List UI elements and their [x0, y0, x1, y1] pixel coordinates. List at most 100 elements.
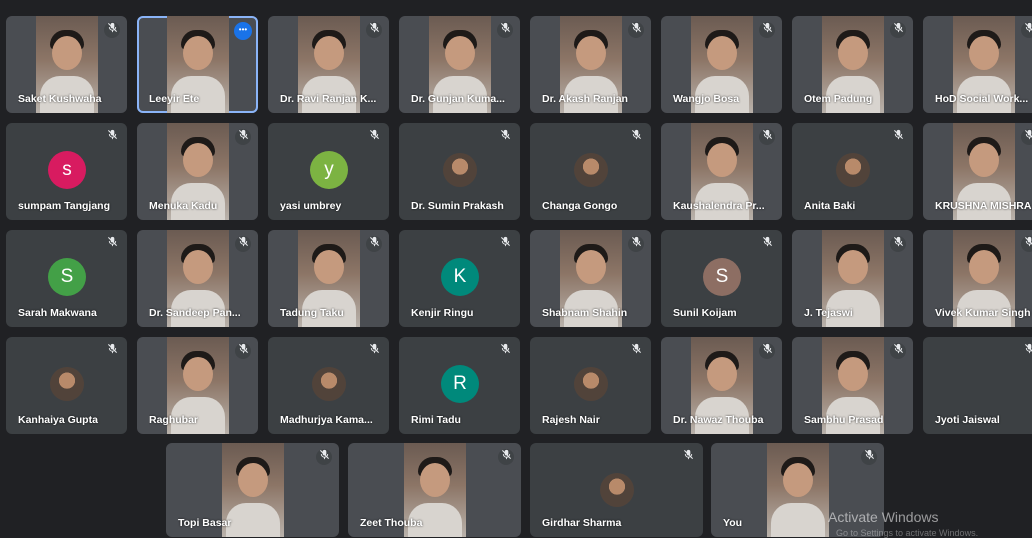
video-figure-head — [52, 36, 82, 70]
participant-name: KRUSHNA MISHRA — [935, 200, 1032, 212]
participant-name: J. Tejaswi — [804, 307, 853, 319]
participant-tile[interactable]: Tadung Taku — [268, 230, 389, 327]
participant-name: Vivek Kumar Singh — [935, 307, 1031, 319]
participant-name: Changa Gongo — [542, 200, 618, 212]
participant-profile-picture — [443, 153, 477, 187]
participant-tile[interactable]: Kanhaiya Gupta — [6, 337, 127, 434]
participant-tile[interactable]: ••• Leeyir Ete — [137, 16, 258, 113]
participant-tile[interactable]: HoD Social Work... — [923, 16, 1032, 113]
video-figure-head — [707, 36, 737, 70]
participant-name: Topi Basar — [178, 517, 232, 529]
participant-tile[interactable]: Girdhar Sharma — [530, 443, 703, 537]
video-figure-head — [183, 357, 213, 391]
participant-name: Anita Baki — [804, 200, 856, 212]
mic-off-icon — [680, 449, 696, 465]
mic-off-icon — [104, 22, 120, 38]
participant-name: Kanhaiya Gupta — [18, 414, 98, 426]
participant-tile[interactable]: Raghubar — [137, 337, 258, 434]
video-figure-head — [238, 463, 268, 497]
participant-tile[interactable]: R Rimi Tadu — [399, 337, 520, 434]
participant-tile[interactable]: Zeet Thouba — [348, 443, 521, 537]
participant-tile[interactable]: Saket Kushwaha — [6, 16, 127, 113]
mic-off-icon — [498, 449, 514, 465]
participant-tile[interactable]: Kaushalendra Pr... — [661, 123, 782, 220]
participant-tile[interactable]: y yasi umbrey — [268, 123, 389, 220]
video-figure-head — [969, 143, 999, 177]
participant-name: Dr. Nawaz Thouba — [673, 414, 764, 426]
mic-off-icon — [235, 236, 251, 252]
participant-tile[interactable]: Dr. Akash Ranjan — [530, 16, 651, 113]
participant-tile[interactable]: s sumpam Tangjang — [6, 123, 127, 220]
participant-name: sumpam Tangjang — [18, 200, 110, 212]
mic-off-icon — [497, 22, 513, 38]
participant-tile[interactable]: Anita Baki — [792, 123, 913, 220]
video-figure-head — [969, 250, 999, 284]
participant-tile[interactable]: Rajesh Nair — [530, 337, 651, 434]
participant-initial-avatar: s — [48, 151, 86, 189]
participant-tile[interactable]: Dr. Sandeep Pan... — [137, 230, 258, 327]
participant-tile[interactable]: Dr. Nawaz Thouba — [661, 337, 782, 434]
participant-initial-avatar: y — [310, 151, 348, 189]
mic-off-icon — [316, 449, 332, 465]
participant-name: Dr. Sumin Prakash — [411, 200, 504, 212]
video-figure-head — [838, 36, 868, 70]
participant-tile[interactable]: J. Tejaswi — [792, 230, 913, 327]
mic-off-icon — [759, 22, 775, 38]
participant-tile[interactable]: Vivek Kumar Singh — [923, 230, 1032, 327]
mic-off-icon — [104, 129, 120, 145]
participant-name: Rimi Tadu — [411, 414, 461, 426]
participant-initial-avatar: R — [441, 365, 479, 403]
video-figure-head — [314, 250, 344, 284]
video-figure-head — [445, 36, 475, 70]
video-figure-head — [838, 357, 868, 391]
participant-tile[interactable]: Dr. Sumin Prakash — [399, 123, 520, 220]
participant-name: Tadung Taku — [280, 307, 344, 319]
participant-initial-avatar: K — [441, 258, 479, 296]
participant-tile[interactable]: S Sunil Koijam — [661, 230, 782, 327]
participant-tile[interactable]: Sambhu Prasad — [792, 337, 913, 434]
participant-profile-picture — [836, 153, 870, 187]
participant-name: Dr. Gunjan Kuma... — [411, 93, 505, 105]
mic-off-icon — [366, 22, 382, 38]
video-figure-head — [969, 36, 999, 70]
mic-off-icon — [861, 449, 877, 465]
participant-tile[interactable]: Changa Gongo — [530, 123, 651, 220]
video-figure-head — [183, 250, 213, 284]
mic-off-icon — [759, 129, 775, 145]
participant-tile[interactable]: S Sarah Makwana — [6, 230, 127, 327]
mic-off-icon — [1021, 236, 1032, 252]
participant-tile[interactable]: Dr. Gunjan Kuma... — [399, 16, 520, 113]
participant-tile[interactable]: K Kenjir Ringu — [399, 230, 520, 327]
participant-profile-picture — [312, 367, 346, 401]
participant-name: Wangjo Bosa — [673, 93, 740, 105]
participant-name: Menuka Kadu — [149, 200, 218, 212]
mic-off-icon — [366, 129, 382, 145]
participant-name: Dr. Akash Ranjan — [542, 93, 628, 105]
mic-off-icon — [628, 129, 644, 145]
video-figure-head — [183, 143, 213, 177]
participant-tile[interactable]: Wangjo Bosa — [661, 16, 782, 113]
participant-tile[interactable]: Menuka Kadu — [137, 123, 258, 220]
participant-tile[interactable]: Madhurjya Kama... — [268, 337, 389, 434]
participant-name: Girdhar Sharma — [542, 517, 622, 529]
video-figure-head — [420, 463, 450, 497]
meeting-grid: Saket Kushwaha ••• Leeyir Ete Dr. Ravi Ranj… — [0, 0, 1032, 537]
participant-profile-picture — [50, 367, 84, 401]
more-options-icon[interactable]: ••• — [234, 22, 252, 40]
participant-tile[interactable]: Jyoti Jaiswal — [923, 337, 1032, 434]
participant-tile[interactable]: KRUSHNA MISHRA — [923, 123, 1032, 220]
participant-name: Dr. Sandeep Pan... — [149, 307, 241, 319]
participant-tile[interactable]: Topi Basar — [166, 443, 339, 537]
participant-tile[interactable]: Otem Padung — [792, 16, 913, 113]
participant-name: Otem Padung — [804, 93, 873, 105]
mic-off-icon — [890, 343, 906, 359]
participant-initial-avatar: S — [48, 258, 86, 296]
mic-off-icon — [235, 343, 251, 359]
participant-tile[interactable]: Shabnam Shahin — [530, 230, 651, 327]
activate-windows-watermark: Activate Windows — [828, 509, 939, 525]
participant-name: HoD Social Work... — [935, 93, 1029, 105]
mic-off-icon — [104, 343, 120, 359]
participant-name: Dr. Ravi Ranjan K... — [280, 93, 377, 105]
participant-tile[interactable]: Dr. Ravi Ranjan K... — [268, 16, 389, 113]
mic-off-icon — [366, 236, 382, 252]
